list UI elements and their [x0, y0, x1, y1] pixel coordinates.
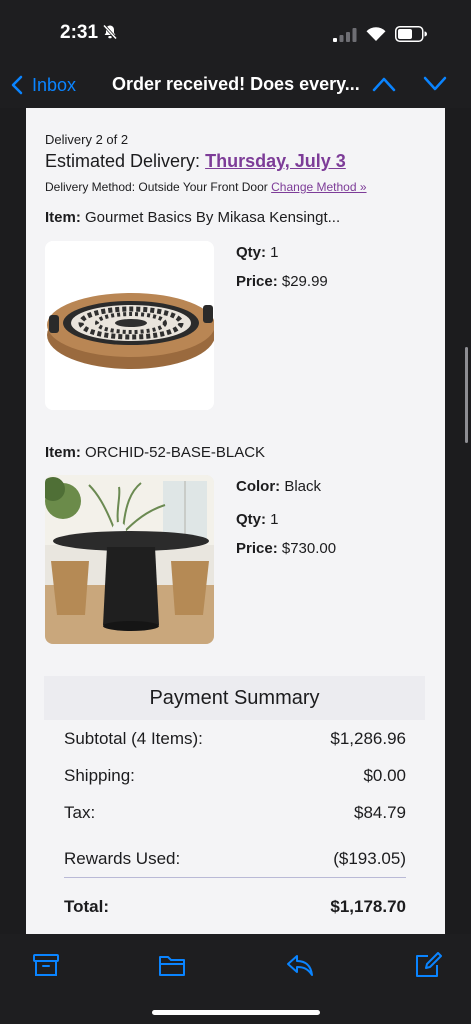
chevron-left-icon — [11, 75, 23, 95]
item-1-title: Item: Gourmet Basics By Mikasa Kensingt.… — [45, 209, 340, 226]
folder-icon[interactable] — [158, 952, 186, 978]
wifi-icon — [366, 27, 386, 41]
shipping-value: $0.00 — [363, 766, 406, 785]
qty-value: 1 — [270, 511, 279, 528]
subtotal-label: Subtotal (4 Items): — [64, 729, 203, 748]
item-name: ORCHID-52-BASE-BLACK — [85, 444, 266, 461]
home-indicator[interactable] — [152, 1010, 320, 1015]
price-value: $730.00 — [281, 540, 337, 557]
battery-icon — [395, 26, 427, 42]
item-label: Item: — [45, 209, 81, 226]
color-value: Black — [284, 478, 322, 495]
email-body: Delivery 2 of 2 Estimated Delivery: Thur… — [26, 108, 445, 934]
rewards-label: Rewards Used: — [64, 849, 181, 868]
scroll-indicator[interactable] — [465, 347, 468, 443]
shipping-label: Shipping: — [64, 766, 135, 785]
clock: 2:31 — [60, 22, 99, 43]
item-1-price: Price: $29.99 — [236, 273, 328, 290]
qty-value: 1 — [270, 244, 279, 261]
item-name: Gourmet Basics By Mikasa Kensingt... — [85, 209, 341, 226]
rewards-value: ($193.05) — [333, 849, 406, 868]
item-1-qty: Qty: 1 — [236, 244, 279, 261]
bell-slash-icon — [102, 24, 118, 40]
item-1-image[interactable] — [45, 241, 214, 410]
delivery-method-label: Delivery Method: Outside Your Front Door — [45, 180, 268, 194]
item-2-price: Price: $730.00 — [236, 540, 336, 557]
price-value: $29.99 — [281, 273, 328, 290]
estimated-delivery-label: Estimated Delivery: — [45, 151, 201, 171]
cellular-signal-icon — [333, 28, 357, 42]
delivery-count: Delivery 2 of 2 — [45, 132, 129, 147]
reply-icon[interactable] — [286, 952, 314, 978]
tax-label: Tax: — [64, 803, 96, 822]
estimated-delivery: Estimated Delivery: Thursday, July 3 — [45, 151, 346, 172]
price-label: Price: — [236, 273, 278, 290]
summary-divider — [64, 877, 406, 878]
message-subject: Order received! Does every... — [112, 74, 360, 94]
item-2-title: Item: ORCHID-52-BASE-BLACK — [45, 444, 265, 461]
item-2-color: Color: Black — [236, 478, 321, 495]
item-2-qty: Qty: 1 — [236, 511, 279, 528]
qty-label: Qty: — [236, 511, 266, 528]
tax-value: $84.79 — [354, 803, 406, 822]
shipping-row: Shipping: $0.00 — [64, 766, 406, 786]
archive-icon[interactable] — [32, 952, 60, 978]
next-message-chevron-down-icon[interactable] — [423, 76, 447, 92]
total-label: Total: — [64, 897, 110, 916]
mail-navigation-bar: Inbox Order received! Does every... — [0, 64, 471, 108]
estimated-delivery-date-link[interactable]: Thursday, July 3 — [205, 151, 346, 171]
status-bar: 2:31 — [0, 0, 471, 64]
total-value: $1,178.70 — [330, 897, 406, 916]
qty-label: Qty: — [236, 244, 266, 261]
change-method-link[interactable]: Change Method » — [271, 180, 366, 194]
compose-icon[interactable] — [414, 952, 442, 978]
subtotal-row: Subtotal (4 Items): $1,286.96 — [64, 729, 406, 749]
price-label: Price: — [236, 540, 278, 557]
item-label: Item: — [45, 444, 81, 461]
payment-summary-header: Payment Summary — [44, 676, 425, 720]
tax-row: Tax: $84.79 — [64, 803, 406, 823]
dining-table-image — [45, 475, 214, 644]
item-2-image[interactable] — [45, 475, 214, 644]
delivery-method: Delivery Method: Outside Your Front Door… — [45, 180, 367, 194]
back-button-label: Inbox — [32, 74, 77, 95]
rewards-row: Rewards Used: ($193.05) — [64, 849, 406, 869]
subtotal-value: $1,286.96 — [330, 729, 406, 748]
back-to-inbox-button[interactable]: Inbox — [10, 72, 76, 98]
color-label: Color: — [236, 478, 281, 495]
wooden-tray-image — [45, 241, 214, 410]
previous-message-chevron-up-icon[interactable] — [372, 76, 396, 92]
total-row: Total: $1,178.70 — [64, 897, 406, 917]
